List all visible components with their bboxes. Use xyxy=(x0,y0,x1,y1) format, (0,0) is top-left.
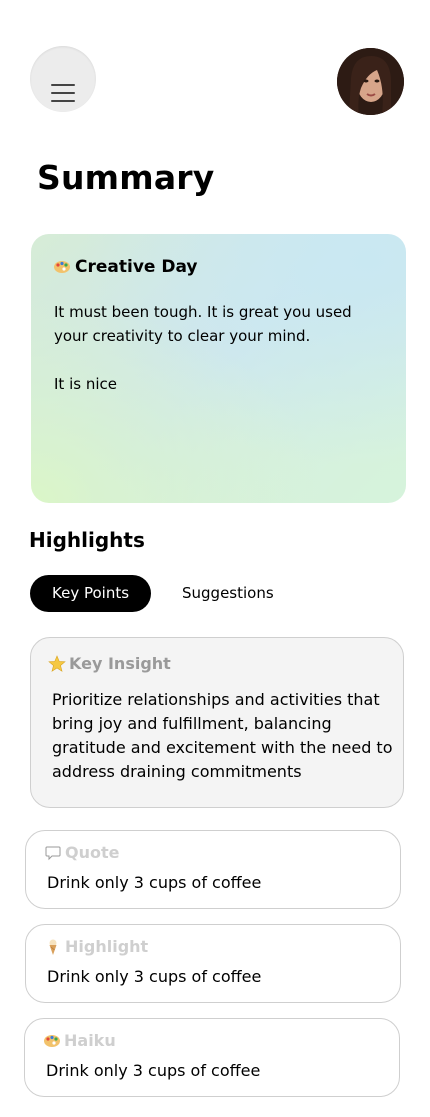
tab-key-points[interactable]: Key Points xyxy=(30,575,152,612)
speech-bubble-icon xyxy=(44,844,62,862)
key-insight-text: Prioritize relationships and activities … xyxy=(52,690,393,781)
menu-button[interactable] xyxy=(30,46,96,112)
highlight-card-title: Highlight xyxy=(65,937,149,956)
quote-card-title: Quote xyxy=(65,843,120,862)
avatar-image xyxy=(337,48,404,115)
summary-card-text: It must been tough. It is great you used… xyxy=(54,303,352,393)
highlights-heading: Highlights xyxy=(29,528,145,552)
hamburger-line xyxy=(51,92,75,94)
quote-card[interactable]: Quote Drink only 3 cups of coffee xyxy=(25,830,401,909)
hamburger-line xyxy=(51,100,75,102)
summary-card-title: Creative Day xyxy=(75,257,198,277)
summary-card: Creative Day It must been tough. It is g… xyxy=(31,234,406,503)
star-icon xyxy=(48,654,66,673)
haiku-card-header: Haiku xyxy=(43,1031,116,1050)
highlight-card-header: Highlight xyxy=(44,937,148,956)
page-title: Summary xyxy=(37,158,215,197)
palette-icon xyxy=(43,1032,61,1050)
highlight-card[interactable]: Highlight Drink only 3 cups of coffee xyxy=(25,924,401,1003)
quote-card-text: Drink only 3 cups of coffee xyxy=(47,873,262,892)
tab-suggestions[interactable]: Suggestions xyxy=(160,575,296,612)
haiku-card[interactable]: Haiku Drink only 3 cups of coffee xyxy=(24,1018,400,1097)
summary-card-header: Creative Day xyxy=(53,257,198,277)
hamburger-menu-icon xyxy=(51,84,75,86)
key-insight-header: Key Insight xyxy=(48,654,171,673)
highlight-card-text: Drink only 3 cups of coffee xyxy=(47,967,262,986)
haiku-card-title: Haiku xyxy=(64,1031,116,1050)
key-insight-title: Key Insight xyxy=(69,654,171,673)
ice-cream-icon xyxy=(44,938,62,956)
user-avatar[interactable] xyxy=(337,48,404,115)
palette-icon xyxy=(53,258,71,276)
key-insight-card: Key Insight Prioritize relationships and… xyxy=(30,637,404,808)
quote-card-header: Quote xyxy=(44,843,119,862)
haiku-card-text: Drink only 3 cups of coffee xyxy=(46,1061,261,1080)
